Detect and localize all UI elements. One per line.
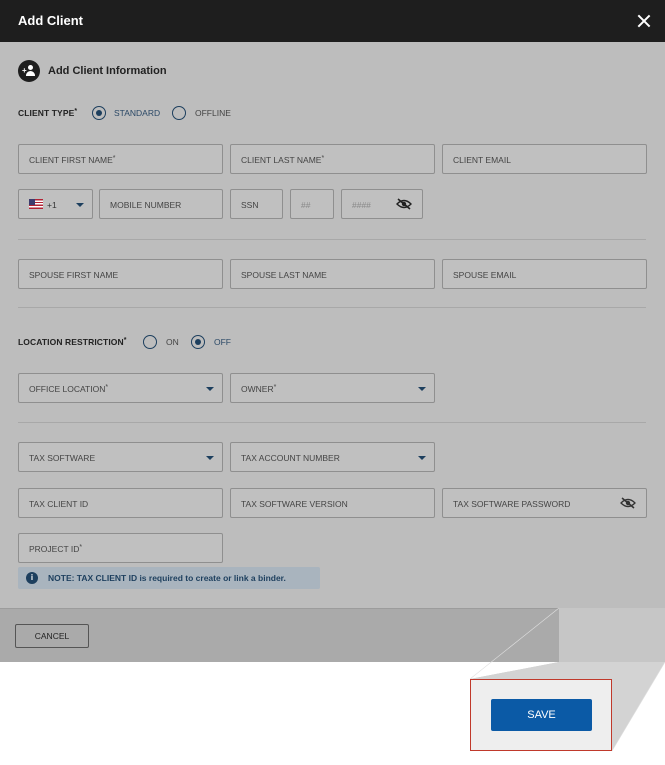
us-flag-icon	[29, 199, 43, 209]
radio-location-on-label[interactable]: ON	[166, 337, 179, 347]
owner-select[interactable]: OWNER*	[230, 373, 435, 403]
mobile-number-input[interactable]: MOBILE NUMBER	[99, 189, 223, 219]
dialog-titlebar: Add Client	[0, 0, 665, 42]
radio-location-off-label[interactable]: OFF	[214, 337, 231, 347]
info-note: i NOTE: TAX CLIENT ID is required to cre…	[18, 567, 320, 589]
location-restriction-label: LOCATION RESTRICTION*	[18, 337, 127, 347]
divider	[18, 422, 646, 423]
chevron-down-icon	[206, 456, 214, 460]
chevron-down-icon	[206, 387, 214, 391]
chevron-down-icon	[418, 387, 426, 391]
save-button-zoomed[interactable]: SAVE	[491, 699, 592, 731]
add-client-dialog: Add Client + Add Client Information CLIE…	[0, 0, 665, 662]
spouse-first-name-input[interactable]: SPOUSE FIRST NAME	[18, 259, 223, 289]
section-title: Add Client Information	[48, 65, 167, 77]
radio-location-off[interactable]	[191, 335, 205, 349]
tax-software-password-input[interactable]: TAX SOFTWARE PASSWORD	[442, 488, 647, 518]
spouse-last-name-input[interactable]: SPOUSE LAST NAME	[230, 259, 435, 289]
close-icon[interactable]	[634, 11, 654, 31]
client-type-label: CLIENT TYPE*	[18, 108, 78, 118]
radio-offline[interactable]	[172, 106, 186, 120]
radio-location-on[interactable]	[143, 335, 157, 349]
tax-client-id-input[interactable]: TAX CLIENT ID	[18, 488, 223, 518]
tax-software-version-input[interactable]: TAX SOFTWARE VERSION	[230, 488, 435, 518]
client-first-name-input[interactable]: CLIENT FIRST NAME*	[18, 144, 223, 174]
chevron-down-icon	[418, 456, 426, 460]
office-location-select[interactable]: OFFICE LOCATION*	[18, 373, 223, 403]
save-button[interactable]: SAVE	[576, 624, 650, 648]
dialog-title: Add Client	[18, 13, 83, 28]
ssn-part1-input[interactable]: SSN	[230, 189, 283, 219]
cancel-button[interactable]: CANCEL	[15, 624, 89, 648]
add-user-icon: +	[18, 60, 40, 82]
radio-offline-label[interactable]: OFFLINE	[195, 108, 231, 118]
radio-standard-label[interactable]: STANDARD	[114, 108, 160, 118]
eye-off-icon[interactable]	[396, 198, 412, 210]
ssn-part2-input[interactable]: ##	[290, 189, 334, 219]
eye-off-icon[interactable]	[620, 497, 636, 509]
radio-standard[interactable]	[92, 106, 106, 120]
spouse-email-input[interactable]: SPOUSE EMAIL	[442, 259, 647, 289]
dialog-body	[0, 42, 665, 608]
project-id-input[interactable]: PROJECT ID*	[18, 533, 223, 563]
divider	[18, 307, 646, 308]
divider	[18, 239, 646, 240]
info-icon: i	[26, 572, 38, 584]
chevron-down-icon	[76, 203, 84, 207]
country-code-select[interactable]: +1	[18, 189, 93, 219]
tax-software-select[interactable]: TAX SOFTWARE	[18, 442, 223, 472]
ssn-part3-input[interactable]: ####	[341, 189, 423, 219]
client-email-input[interactable]: CLIENT EMAIL	[442, 144, 647, 174]
tax-account-number-select[interactable]: TAX ACCOUNT NUMBER	[230, 442, 435, 472]
client-last-name-input[interactable]: CLIENT LAST NAME*	[230, 144, 435, 174]
